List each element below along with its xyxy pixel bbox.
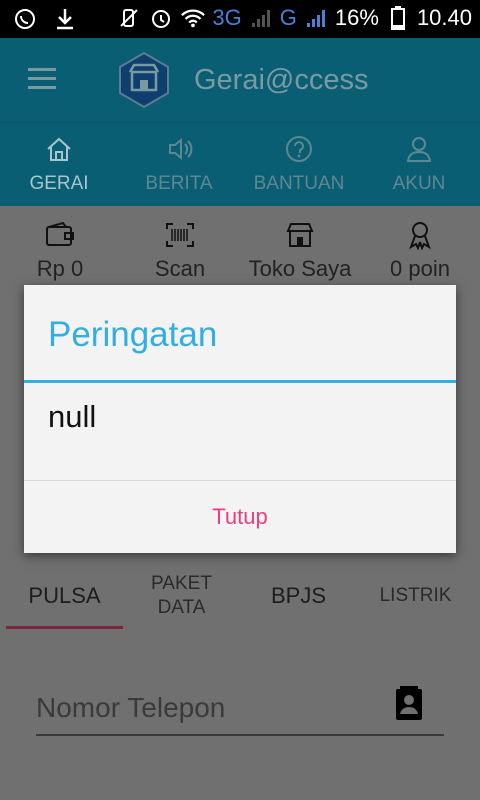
balance-label: Rp 0	[36, 256, 84, 281]
download-icon	[52, 6, 78, 32]
scan-item[interactable]: Scan	[120, 220, 240, 282]
tab-listrik[interactable]: LISTRIK	[357, 560, 474, 632]
alert-dialog: Peringatan null Tutup	[24, 285, 456, 553]
tab-label: LISTRIK	[379, 585, 452, 606]
top-tab-bar: GERAI BERITA BANTUAN AKUN	[0, 122, 480, 207]
menu-icon	[28, 68, 56, 71]
tab-pulsa[interactable]: PULSA	[6, 560, 123, 632]
barcode-icon	[120, 220, 240, 250]
tab-label: BANTUAN	[253, 173, 345, 194]
my-store-label: Toko Saya	[248, 256, 352, 281]
app-logo-icon	[114, 50, 174, 110]
tab-bpjs[interactable]: BPJS	[240, 560, 357, 632]
battery-percent: 16%	[334, 5, 379, 30]
tab-label: BERITA	[145, 173, 213, 194]
my-store-item[interactable]: Toko Saya	[240, 220, 360, 282]
phone-number-input[interactable]: Nomor Telepon	[36, 686, 444, 736]
speaker-icon	[124, 131, 234, 167]
battery-icon	[385, 5, 411, 31]
balance-item[interactable]: Rp 0	[0, 220, 120, 282]
network-g-label: G	[279, 5, 297, 30]
signal-icon	[303, 5, 329, 31]
clock: 10.40	[416, 5, 472, 30]
tab-berita[interactable]: BERITA	[124, 131, 234, 195]
wallet-row: Rp 0 Scan Toko Saya 0 poin	[0, 220, 480, 290]
dialog-divider	[24, 380, 456, 383]
active-tab-indicator	[6, 626, 123, 629]
points-item[interactable]: 0 poin	[360, 220, 480, 282]
tab-akun[interactable]: AKUN	[364, 131, 474, 195]
contacts-icon[interactable]	[394, 686, 424, 722]
close-button[interactable]: Tutup	[24, 481, 456, 553]
wallet-icon	[0, 220, 120, 250]
product-tabs: PULSA PAKET DATA BPJS LISTRIK	[0, 560, 480, 632]
alarm-icon	[148, 5, 174, 31]
store-icon	[240, 220, 360, 250]
home-icon	[4, 131, 114, 167]
wifi-icon	[180, 5, 206, 31]
tab-label: BPJS	[270, 583, 327, 608]
tab-label: PULSA	[28, 583, 101, 608]
menu-button[interactable]	[28, 68, 56, 90]
signal-icon	[248, 5, 274, 31]
app-bar: Gerai@ccess	[0, 38, 480, 122]
mute-icon	[116, 5, 142, 31]
points-label: 0 poin	[390, 256, 450, 281]
tab-label: GERAI	[29, 173, 89, 194]
tab-label: AKUN	[392, 173, 446, 194]
user-icon	[364, 131, 474, 167]
scan-label: Scan	[154, 256, 206, 281]
phone-placeholder: Nomor Telepon	[36, 692, 226, 723]
tab-label-line2: DATA	[157, 597, 206, 618]
whatsapp-icon	[12, 6, 38, 32]
help-icon	[244, 131, 354, 167]
network-3g-label: 3G	[212, 5, 242, 30]
badge-icon	[360, 220, 480, 250]
tab-label-line1: PAKET	[151, 573, 212, 594]
dialog-message: null	[48, 399, 97, 434]
app-title: Gerai@ccess	[194, 64, 369, 96]
tab-gerai[interactable]: GERAI	[4, 131, 114, 195]
tab-bantuan[interactable]: BANTUAN	[244, 131, 354, 195]
tab-paket-data[interactable]: PAKET DATA	[123, 560, 240, 632]
status-bar: 3G G 16% 10.40	[0, 0, 480, 38]
dialog-title: Peringatan	[48, 315, 218, 354]
